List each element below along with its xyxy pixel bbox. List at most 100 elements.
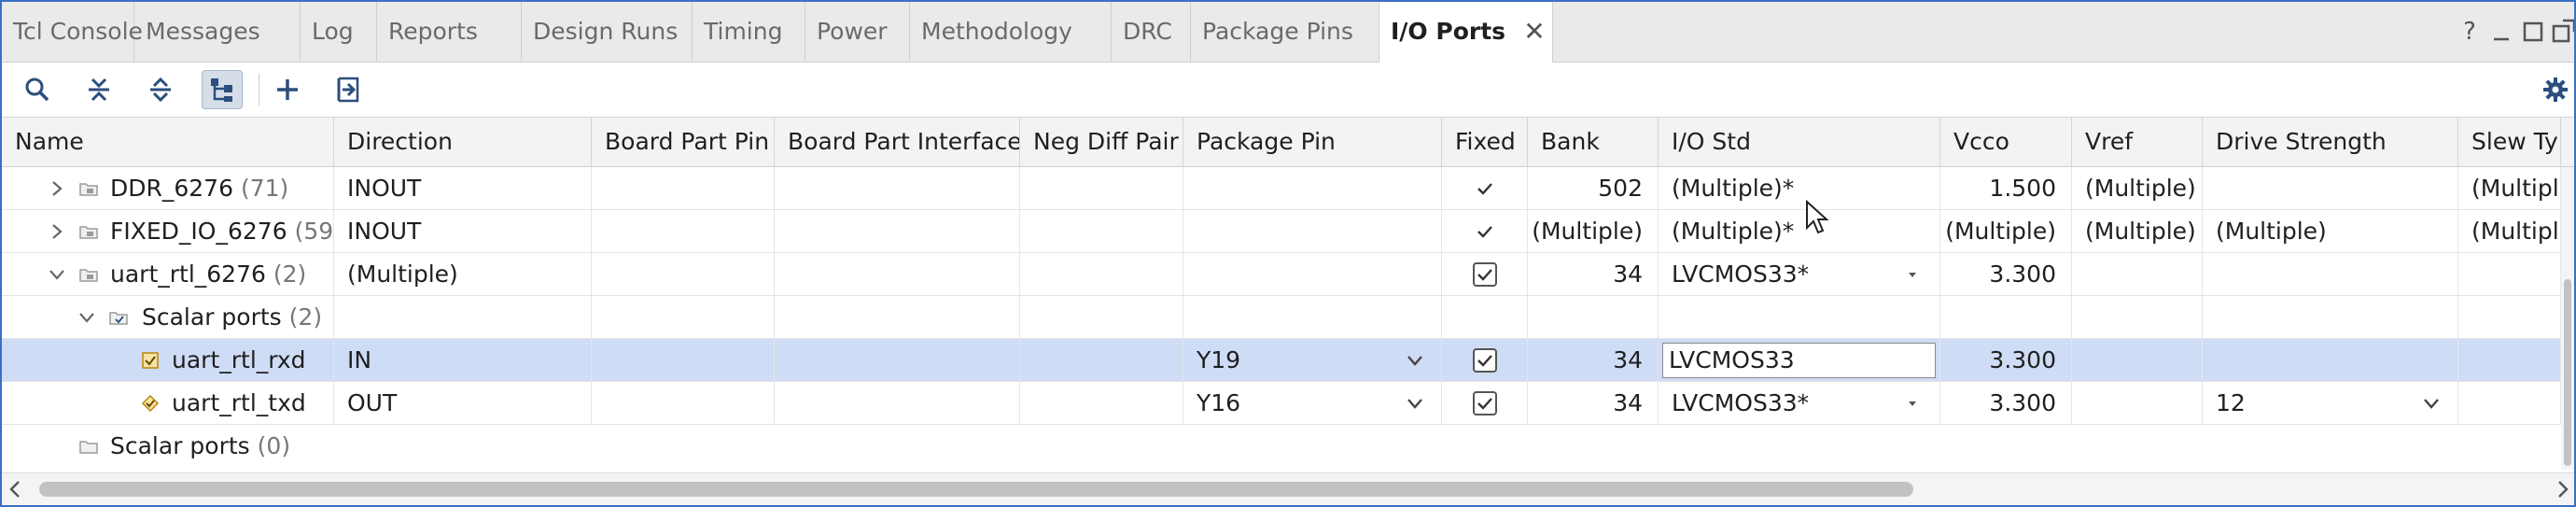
table-row[interactable]: FIXED_IO_6276 (59) INOUT (Multiple) (Mul… bbox=[2, 210, 2574, 253]
fixed-cell bbox=[1442, 210, 1528, 252]
port-name: uart_rtl_txd bbox=[172, 389, 306, 416]
io-ports-window: Tcl Console Messages Log Reports Design … bbox=[0, 0, 2576, 507]
chevron-right-icon[interactable] bbox=[43, 210, 71, 252]
package-pin-cell bbox=[1183, 210, 1442, 252]
io-std-cell[interactable]: LVCMOS33* bbox=[1659, 382, 1940, 424]
export-icon[interactable] bbox=[329, 70, 370, 109]
fixed-checkbox[interactable] bbox=[1472, 347, 1497, 373]
neg-diff-pair-cell bbox=[1020, 382, 1183, 424]
maximize-icon[interactable] bbox=[2516, 15, 2550, 49]
fixed-checkbox[interactable] bbox=[1472, 390, 1497, 415]
table-row[interactable]: Scalar ports (0) bbox=[2, 425, 2574, 468]
vref-cell bbox=[2072, 296, 2203, 338]
column-header-io-std[interactable]: I/O Std bbox=[1659, 118, 1940, 166]
tab-methodology[interactable]: Methodology bbox=[910, 2, 1112, 62]
table-row[interactable]: uart_rtl_6276 (2) (Multiple) 34 LVCMOS33… bbox=[2, 253, 2574, 296]
io-std-value: LVCMOS33* bbox=[1672, 261, 1810, 288]
chevron-down-icon[interactable] bbox=[43, 253, 71, 295]
dropdown-arrow-icon[interactable] bbox=[1908, 382, 1917, 424]
column-header-name[interactable]: Name bbox=[2, 118, 334, 166]
column-header-direction[interactable]: Direction bbox=[334, 118, 592, 166]
vertical-scroll-thumb[interactable] bbox=[2564, 279, 2571, 466]
drive-strength-cell[interactable]: 12 bbox=[2203, 382, 2458, 424]
chevron-down-icon[interactable] bbox=[2422, 382, 2441, 424]
column-header-slew-type[interactable]: Slew Typ bbox=[2458, 118, 2561, 166]
column-header-vref[interactable]: Vref bbox=[2072, 118, 2203, 166]
column-header-drive-strength[interactable]: Drive Strength bbox=[2203, 118, 2458, 166]
interface-folder-icon bbox=[77, 253, 101, 295]
vref-cell: (Multiple) bbox=[2072, 167, 2203, 209]
board-part-interface-cell bbox=[775, 296, 1020, 338]
tab-timing[interactable]: Timing bbox=[693, 2, 805, 62]
float-window-icon[interactable] bbox=[2548, 15, 2574, 49]
board-part-interface-cell bbox=[775, 382, 1020, 424]
horizontal-scroll-thumb[interactable] bbox=[39, 482, 1913, 497]
slew-type-cell: (Multiple bbox=[2458, 167, 2561, 209]
expand-all-icon[interactable] bbox=[140, 70, 181, 109]
minimize-icon[interactable] bbox=[2485, 15, 2518, 49]
fixed-cell bbox=[1442, 382, 1528, 424]
tab-drc[interactable]: DRC bbox=[1112, 2, 1191, 62]
group-name: Scalar ports (2) bbox=[142, 303, 323, 331]
vcco-cell: (Multiple) bbox=[1940, 210, 2072, 252]
io-std-cell[interactable]: (Multiple)* bbox=[1659, 210, 1940, 252]
neg-diff-pair-cell bbox=[1020, 167, 1183, 209]
io-std-cell bbox=[1659, 296, 1940, 338]
fixed-cell bbox=[1442, 253, 1528, 295]
vertical-scrollbar[interactable] bbox=[2561, 167, 2574, 470]
table-row[interactable]: uart_rtl_txd OUT Y16 34 LVCMOS33* 3.300 … bbox=[2, 382, 2574, 425]
chevron-down-icon[interactable] bbox=[1406, 382, 1424, 424]
package-pin-cell[interactable]: Y19 bbox=[1183, 339, 1442, 381]
column-header-board-part-pin[interactable]: Board Part Pin bbox=[592, 118, 775, 166]
close-icon[interactable]: ✕ bbox=[1516, 2, 1553, 62]
table-row-selected[interactable]: uart_rtl_rxd IN Y19 34 LVCMOS33 3.300 bbox=[2, 339, 2574, 382]
interface-folder-icon bbox=[77, 167, 101, 209]
vref-cell bbox=[2072, 382, 2203, 424]
tab-power[interactable]: Power bbox=[805, 2, 910, 62]
slew-type-cell: (Multiple bbox=[2458, 210, 2561, 252]
tab-reports[interactable]: Reports bbox=[377, 2, 522, 62]
table-row[interactable]: Scalar ports (2) bbox=[2, 296, 2574, 339]
table-row[interactable]: DDR_6276 (71) INOUT 502 (Multiple)* 1.50… bbox=[2, 167, 2574, 210]
help-icon[interactable]: ? bbox=[2453, 15, 2486, 49]
board-part-pin-cell bbox=[592, 167, 775, 209]
tab-package-pins[interactable]: Package Pins bbox=[1191, 2, 1379, 62]
column-header-vcco[interactable]: Vcco bbox=[1940, 118, 2072, 166]
chevron-right-icon[interactable] bbox=[43, 167, 71, 209]
tab-log[interactable]: Log bbox=[301, 2, 377, 62]
gear-icon[interactable] bbox=[2539, 70, 2572, 109]
fixed-checkbox[interactable] bbox=[1472, 261, 1497, 287]
tab-tcl-console[interactable]: Tcl Console bbox=[2, 2, 143, 62]
horizontal-scrollbar[interactable] bbox=[2, 472, 2574, 505]
tab-design-runs[interactable]: Design Runs bbox=[522, 2, 693, 62]
add-icon[interactable] bbox=[267, 70, 308, 109]
name-cell: DDR_6276 (71) bbox=[2, 167, 334, 209]
board-part-pin-cell bbox=[592, 296, 775, 338]
vcco-cell: 3.300 bbox=[1940, 382, 2072, 424]
io-std-cell[interactable]: LVCMOS33 bbox=[1659, 339, 1940, 381]
io-std-edit-field[interactable]: LVCMOS33 bbox=[1662, 343, 1936, 378]
scroll-left-icon[interactable] bbox=[7, 479, 22, 503]
column-header-bank[interactable]: Bank bbox=[1528, 118, 1659, 166]
io-ports-table: DDR_6276 (71) INOUT 502 (Multiple)* 1.50… bbox=[2, 167, 2574, 470]
collapse-all-icon[interactable] bbox=[78, 70, 119, 109]
neg-diff-pair-cell bbox=[1020, 253, 1183, 295]
drive-strength-cell bbox=[2203, 253, 2458, 295]
dropdown-arrow-icon[interactable] bbox=[1908, 253, 1917, 295]
tab-messages[interactable]: Messages bbox=[134, 2, 301, 62]
column-header-neg-diff-pair[interactable]: Neg Diff Pair bbox=[1020, 118, 1183, 166]
column-header-package-pin[interactable]: Package Pin bbox=[1183, 118, 1442, 166]
io-std-cell[interactable]: LVCMOS33* bbox=[1659, 253, 1940, 295]
board-part-interface-cell bbox=[775, 167, 1020, 209]
board-part-interface-cell bbox=[775, 339, 1020, 381]
package-pin-cell[interactable]: Y16 bbox=[1183, 382, 1442, 424]
chevron-down-icon[interactable] bbox=[73, 296, 101, 338]
io-std-cell[interactable]: (Multiple)* bbox=[1659, 167, 1940, 209]
search-icon[interactable] bbox=[17, 70, 58, 109]
column-header-fixed[interactable]: Fixed bbox=[1442, 118, 1528, 166]
vref-cell: (Multiple) bbox=[2072, 210, 2203, 252]
column-header-board-part-interface[interactable]: Board Part Interface bbox=[775, 118, 1020, 166]
chevron-down-icon[interactable] bbox=[1406, 339, 1424, 381]
group-by-interface-icon[interactable] bbox=[202, 70, 243, 109]
scroll-right-icon[interactable] bbox=[2555, 479, 2570, 503]
